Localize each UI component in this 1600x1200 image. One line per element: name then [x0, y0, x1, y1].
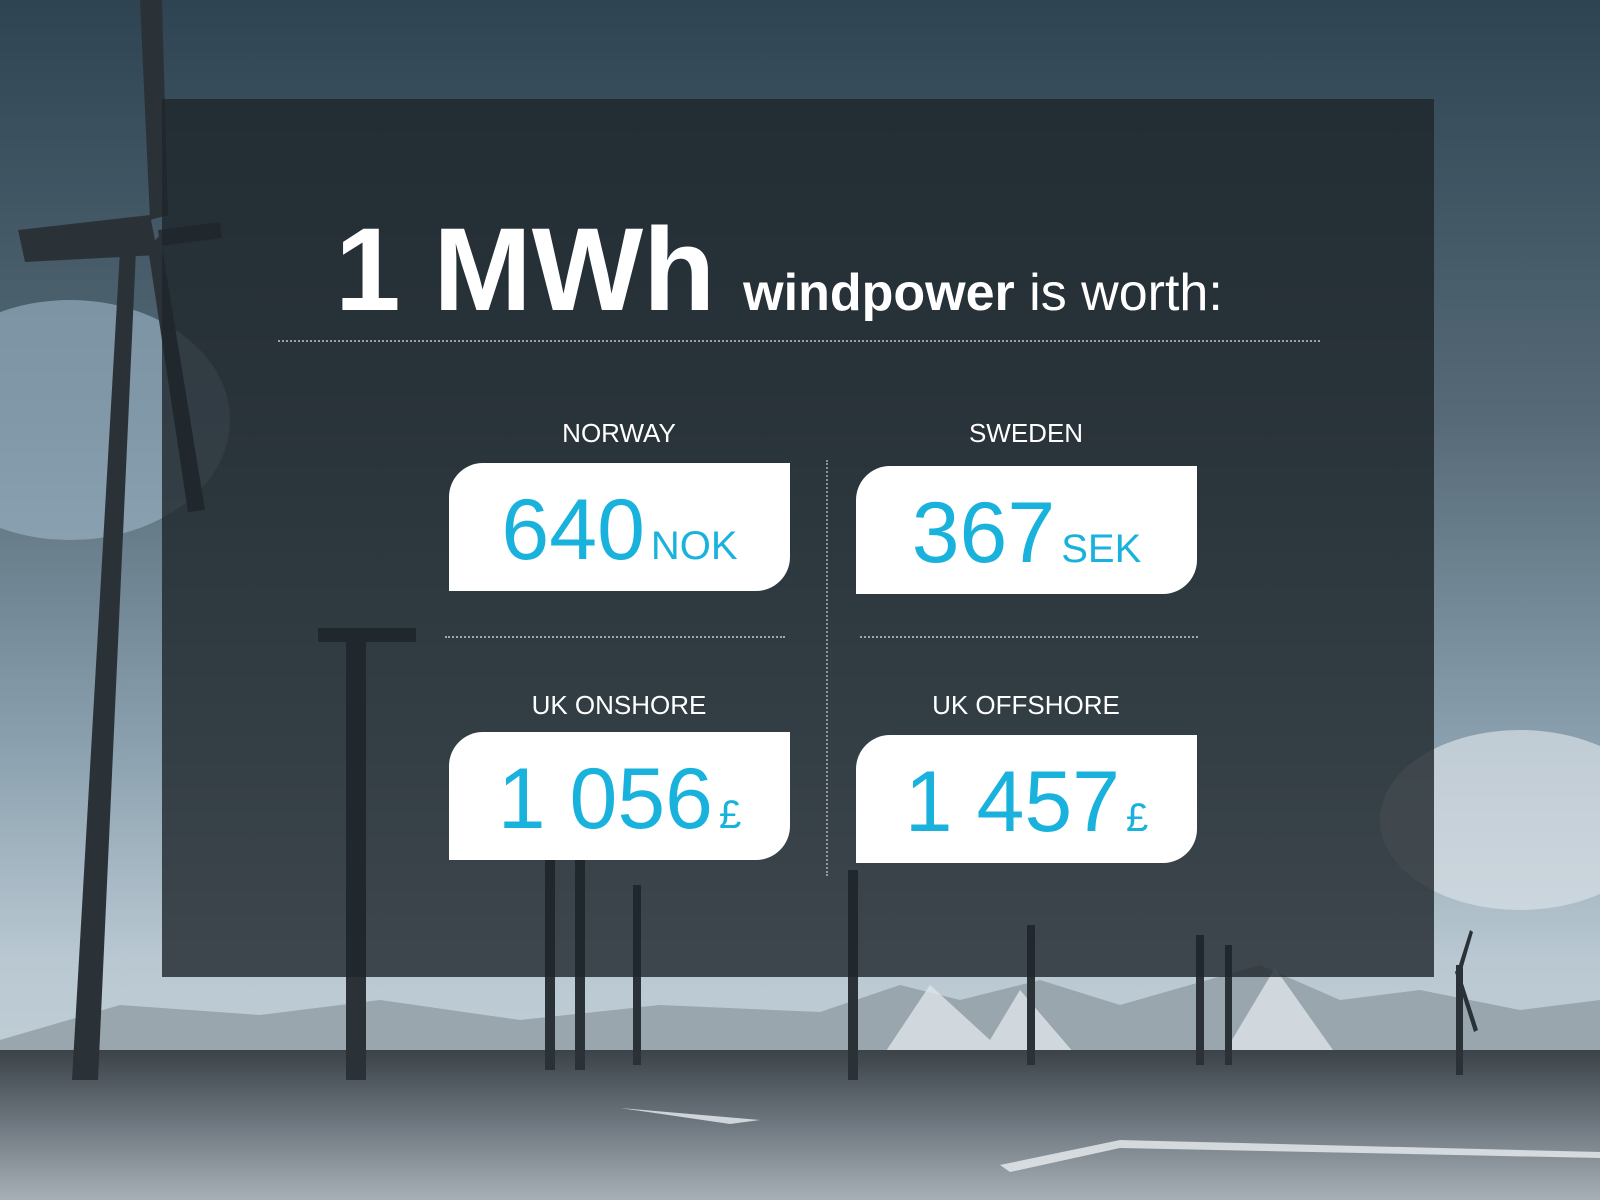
headline-amount: 1 MWh: [335, 204, 716, 336]
headline-subject-rest: is worth:: [1014, 264, 1223, 322]
region-label-uk-offshore: UK OFFSHORE: [932, 690, 1120, 720]
row-divider-right: [860, 636, 1198, 638]
headline-subject-bold: windpower: [743, 264, 1015, 322]
price-card-sweden: 367 SEK: [856, 466, 1197, 594]
price-card-norway: 640 NOK: [449, 463, 790, 591]
price-value-uk-offshore: 1 457: [904, 754, 1120, 850]
headline-divider: [278, 340, 1320, 342]
headline-subject: windpower is worth:: [743, 233, 1223, 353]
price-value-norway: 640: [501, 482, 645, 578]
price-currency-uk-offshore: £: [1125, 796, 1149, 840]
region-label-uk-onshore: UK ONSHORE: [531, 690, 707, 720]
price-card-uk-onshore: 1 056 £: [449, 732, 790, 860]
region-label-norway: NORWAY: [562, 418, 676, 448]
region-label-sweden: SWEDEN: [968, 418, 1084, 448]
price-value-sweden: 367: [911, 485, 1056, 581]
headline: 1 MWh windpower is worth:: [335, 210, 1223, 330]
price-card-uk-offshore: 1 457 £: [856, 735, 1197, 863]
price-value-uk-onshore: 1 056: [497, 751, 713, 847]
price-currency-norway: NOK: [650, 524, 738, 568]
row-divider-left: [445, 636, 785, 638]
price-currency-uk-onshore: £: [718, 793, 742, 837]
price-currency-sweden: SEK: [1061, 527, 1142, 571]
column-divider: [826, 460, 828, 876]
